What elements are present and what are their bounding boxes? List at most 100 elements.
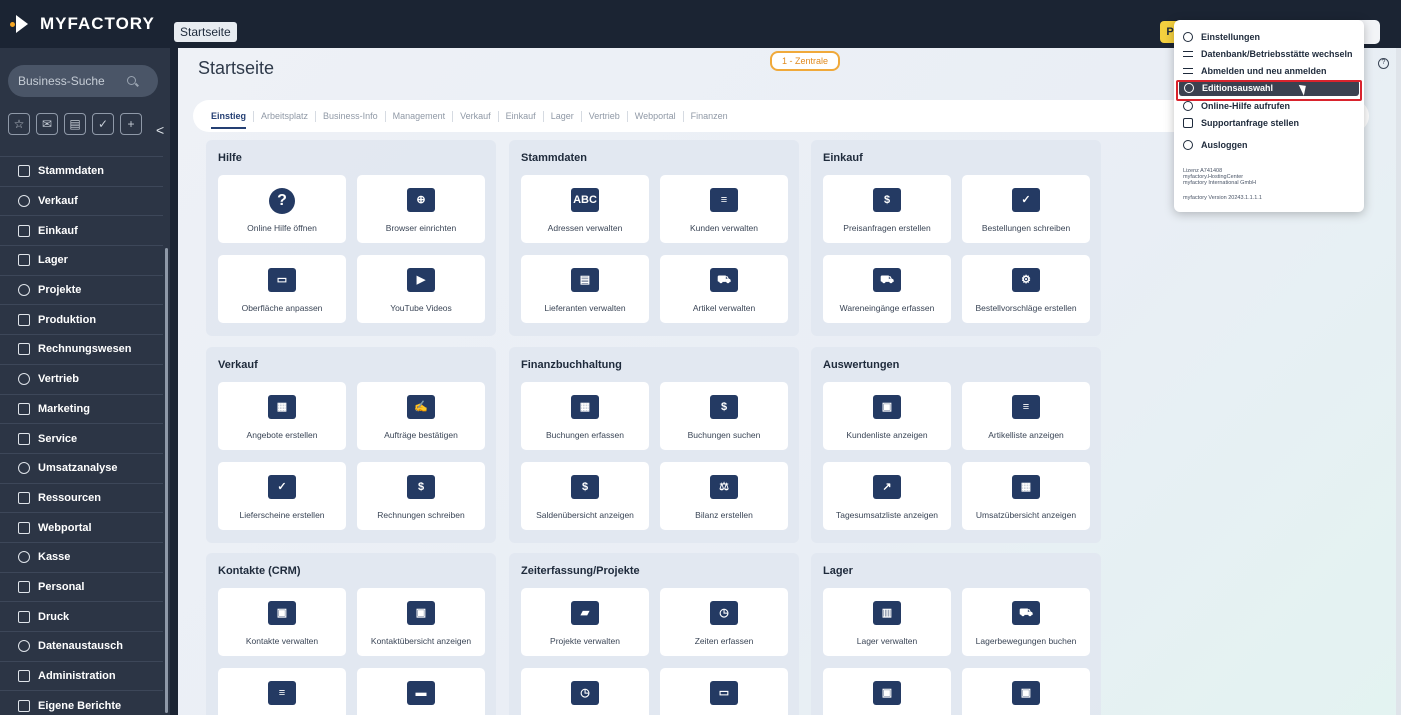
sidebar-item-personal[interactable]: Personal — [0, 571, 163, 602]
menu-item-label: Online-Hilfe aufrufen — [1201, 101, 1291, 111]
tile-kontakt-bersicht-anzeigen[interactable]: ▣ Kontaktübersicht anzeigen — [357, 588, 485, 656]
sidebar-item-einkauf[interactable]: Einkauf — [0, 215, 163, 245]
site-badge[interactable]: 1 - Zentrale — [770, 51, 840, 71]
tile-salden-bersicht-anzeigen[interactable]: $ Saldenübersicht anzeigen — [521, 462, 649, 530]
tab-lager[interactable]: Lager — [544, 110, 582, 122]
tab-management[interactable]: Management — [386, 110, 454, 122]
app-logo[interactable]: MYFACTORY — [10, 14, 155, 34]
sidebar-item-administration[interactable]: Administration — [0, 660, 163, 691]
menu-item-online-hilfe-aufrufen[interactable]: Online-Hilfe aufrufen — [1183, 100, 1290, 112]
collapse-sidebar-icon[interactable]: < — [156, 122, 164, 138]
sidebar-item-kasse[interactable]: Kasse — [0, 541, 163, 572]
plus-icon[interactable]: + — [120, 113, 142, 135]
tab-verkauf[interactable]: Verkauf — [453, 110, 499, 122]
sidebar-item-rechnungswesen[interactable]: Rechnungswesen — [0, 334, 163, 364]
tile-projekte-verwalten[interactable]: ▰ Projekte verwalten — [521, 588, 649, 656]
sidebar-item-eigene-berichte[interactable]: Eigene Berichte — [0, 690, 163, 715]
tile-bestellvorschl-ge-erstellen[interactable]: ⚙ Bestellvorschläge erstellen — [962, 255, 1090, 323]
tile-oberfl-che-anpassen[interactable]: ▭ Oberfläche anpassen — [218, 255, 346, 323]
tab-finanzen[interactable]: Finanzen — [684, 111, 735, 122]
sidebar-item-datenaustausch[interactable]: Datenaustausch — [0, 631, 163, 661]
menu-item-einstellungen[interactable]: Einstellungen — [1183, 31, 1260, 43]
tab-label: Einkauf — [505, 110, 536, 121]
tile-adressen-verwalten[interactable]: ABC Adressen verwalten — [521, 175, 649, 243]
tile-icon: ▭ — [268, 268, 296, 292]
tile-icon: ≡ — [1012, 395, 1040, 419]
tile-partial-3[interactable]: ▭ — [660, 668, 788, 715]
tile-buchungen-erfassen[interactable]: ▦ Buchungen erfassen — [521, 382, 649, 450]
sidebar-item-stammdaten[interactable]: Stammdaten — [0, 156, 163, 186]
sidebar-item-lager[interactable]: Lager — [0, 245, 163, 275]
tile-online-hilfe-ffnen[interactable]: ? Online Hilfe öffnen — [218, 175, 346, 243]
tile-partial-2[interactable]: ≡ — [218, 668, 346, 715]
tile-icon: ▦ — [571, 395, 599, 419]
tile-artikel-verwalten[interactable]: ⛟ Artikel verwalten — [660, 255, 788, 323]
sidebar-item-produktion[interactable]: Produktion — [0, 304, 163, 334]
tile-kontakte-verwalten[interactable]: ▣ Kontakte verwalten — [218, 588, 346, 656]
tab-einkauf[interactable]: Einkauf — [499, 110, 544, 122]
star-icon[interactable]: ☆ — [8, 113, 30, 135]
menu-item-label: Einstellungen — [1201, 32, 1261, 42]
tile-icon: ▥ — [873, 601, 901, 625]
sidebar-item-ressourcen[interactable]: Ressourcen — [0, 482, 163, 513]
tab-vertrieb[interactable]: Vertrieb — [582, 110, 628, 122]
tile-partial-2[interactable]: ◷ — [521, 668, 649, 715]
tab-webportal[interactable]: Webportal — [628, 110, 684, 122]
sidebar-item-marketing[interactable]: Marketing — [0, 393, 163, 424]
business-search-input[interactable]: Business-Suche — [8, 65, 158, 97]
tile-label: Saldenübersicht anzeigen — [536, 510, 634, 520]
menu-item-abmelden-und-neu-anmelden[interactable]: Abmelden und neu anmelden — [1183, 65, 1327, 77]
breadcrumb[interactable]: Startseite — [174, 22, 237, 42]
tile-label: Kontaktübersicht anzeigen — [370, 636, 472, 646]
tile-buchungen-suchen[interactable]: $ Buchungen suchen — [660, 382, 788, 450]
tile-preisanfragen-erstellen[interactable]: $ Preisanfragen erstellen — [823, 175, 951, 243]
tile-lager-verwalten[interactable]: ▥ Lager verwalten — [823, 588, 951, 656]
personal-icon — [18, 580, 30, 593]
tile-wareneing-nge-erfassen[interactable]: ⛟ Wareneingänge erfassen — [823, 255, 951, 323]
tab-business-info[interactable]: Business-Info — [316, 110, 386, 122]
sidebar-item-service[interactable]: Service — [0, 423, 163, 453]
druck-icon — [18, 610, 30, 623]
menu-item-supportanfrage-stellen[interactable]: Supportanfrage stellen — [1183, 117, 1299, 129]
menu-item-ausloggen[interactable]: Ausloggen — [1183, 139, 1248, 151]
tile-label: Zeiten erfassen — [694, 636, 754, 646]
tile-label: Lager verwalten — [856, 636, 918, 646]
help-icon[interactable]: ? — [1378, 58, 1389, 69]
sidebar-item-verkauf[interactable]: Verkauf — [0, 185, 163, 216]
tile-artikelliste-anzeigen[interactable]: ≡ Artikelliste anzeigen — [962, 382, 1090, 450]
tile-partial-2[interactable]: ▣ — [823, 668, 951, 715]
tile-bestellungen-schreiben[interactable]: ✓ Bestellungen schreiben — [962, 175, 1090, 243]
sidebar-item-druck[interactable]: Druck — [0, 601, 163, 631]
tile-partial-3[interactable]: ▬ — [357, 668, 485, 715]
tile-angebote-erstellen[interactable]: ▦ Angebote erstellen — [218, 382, 346, 450]
menu-item-datenbank-betriebsst-tte-wechseln[interactable]: Datenbank/Betriebsstätte wechseln — [1183, 48, 1353, 60]
tile-lieferanten-verwalten[interactable]: ▤ Lieferanten verwalten — [521, 255, 649, 323]
sidebar-item-webportal[interactable]: Webportal — [0, 512, 163, 542]
tile-umsatz-bersicht-anzeigen[interactable]: ▦ Umsatzübersicht anzeigen — [962, 462, 1090, 530]
sidebar-scrollbar[interactable] — [165, 248, 168, 713]
tile-tagesumsatzliste-anzeigen[interactable]: ↗ Tagesumsatzliste anzeigen — [823, 462, 951, 530]
tile-icon: ↗ — [873, 475, 901, 499]
sidebar-item-umsatzanalyse[interactable]: Umsatzanalyse — [0, 452, 163, 483]
inbox-icon[interactable]: ✉ — [36, 113, 58, 135]
sidebar-item-label: Datenaustausch — [38, 640, 123, 653]
tile-icon: $ — [873, 188, 901, 212]
check-icon[interactable]: ✓ — [92, 113, 114, 135]
tile-bilanz-erstellen[interactable]: ⚖ Bilanz erstellen — [660, 462, 788, 530]
tile-lagerbewegungen-buchen[interactable]: ⛟ Lagerbewegungen buchen — [962, 588, 1090, 656]
calendar-icon[interactable]: ▤ — [64, 113, 86, 135]
tile-zeiten-erfassen[interactable]: ◷ Zeiten erfassen — [660, 588, 788, 656]
tab-arbeitsplatz[interactable]: Arbeitsplatz — [254, 110, 317, 122]
tile-lieferscheine-erstellen[interactable]: ✓ Lieferscheine erstellen — [218, 462, 346, 530]
tile-kunden-verwalten[interactable]: ≡ Kunden verwalten — [660, 175, 788, 243]
sidebar-item-vertrieb[interactable]: Vertrieb — [0, 363, 163, 394]
sidebar-item-projekte[interactable]: Projekte — [0, 274, 163, 305]
tile-rechnungen-schreiben[interactable]: $ Rechnungen schreiben — [357, 462, 485, 530]
tile-kundenliste-anzeigen[interactable]: ▣ Kundenliste anzeigen — [823, 382, 951, 450]
tab-einstieg[interactable]: Einstieg — [211, 110, 255, 129]
search-icon[interactable] — [127, 76, 136, 85]
tile-browser-einrichten[interactable]: ⊕ Browser einrichten — [357, 175, 485, 243]
tile-auftr-ge-best-tigen[interactable]: ✍ Aufträge bestätigen — [357, 382, 485, 450]
tile-partial-3[interactable]: ▣ — [962, 668, 1090, 715]
tile-youtube-videos[interactable]: ▶ YouTube Videos — [357, 255, 485, 323]
